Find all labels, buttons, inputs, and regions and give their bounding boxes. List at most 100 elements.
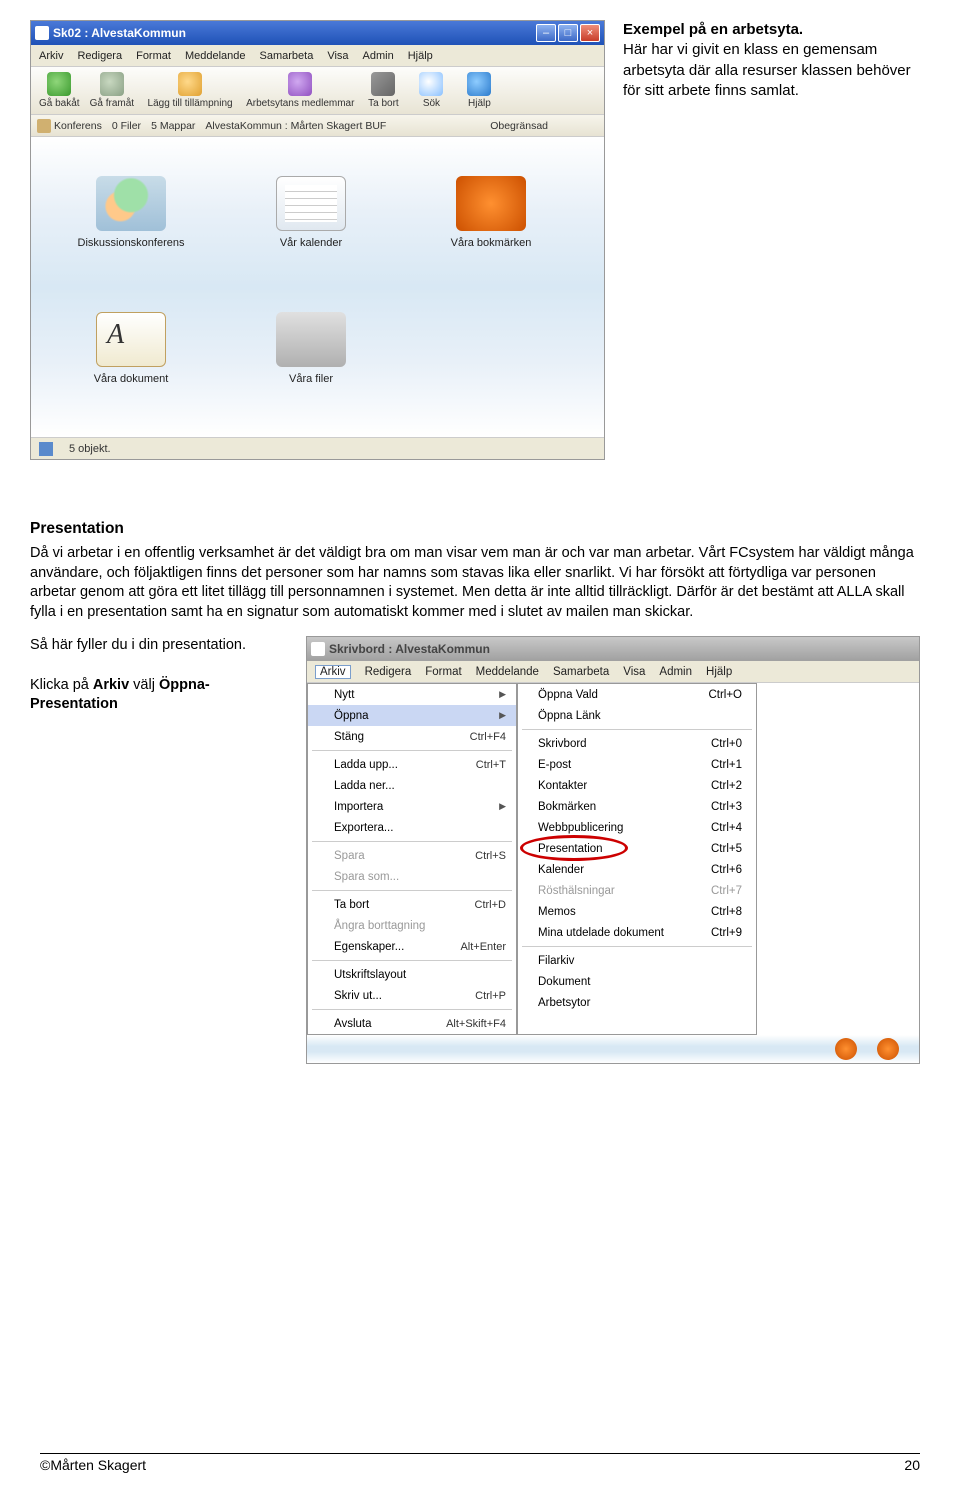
search-label: Sök	[423, 98, 440, 109]
menu-item[interactable]: Importera▶	[308, 796, 516, 817]
item-documents[interactable]: Våra dokument	[41, 293, 221, 403]
item-bookmarks[interactable]: Våra bokmärken	[401, 157, 581, 267]
menu-item[interactable]: Ladda upp...Ctrl+T	[308, 754, 516, 775]
app-icon	[35, 26, 49, 40]
members-icon	[288, 72, 312, 96]
menu-item[interactable]: Skriv ut...Ctrl+P	[308, 985, 516, 1006]
submenu-item[interactable]: RösthälsningarCtrl+7	[518, 880, 756, 901]
minimize-button[interactable]: –	[536, 24, 556, 42]
breadcrumb: AlvestaKommun : Mårten Skagert BUF	[205, 120, 386, 132]
add-icon	[178, 72, 202, 96]
add-app-button[interactable]: Lägg till tillämpning	[140, 70, 240, 111]
caption-block: Exempel på en arbetsyta. Här har vi givi…	[623, 20, 920, 101]
search-button[interactable]: Sök	[408, 70, 454, 111]
footer-page: 20	[904, 1457, 920, 1473]
background-band	[307, 1035, 919, 1063]
instructions: Så här fyller du i din presentation. Kli…	[30, 636, 290, 735]
submenu-item[interactable]: PresentationCtrl+5	[518, 838, 756, 859]
menu-format-2[interactable]: Format	[425, 666, 461, 678]
back-icon	[47, 72, 71, 96]
submenu-item[interactable]: KontakterCtrl+2	[518, 775, 756, 796]
close-button[interactable]: ×	[580, 24, 600, 42]
menu-item[interactable]: Öppna▶	[308, 705, 516, 726]
menu-samarbeta[interactable]: Samarbeta	[260, 50, 314, 62]
menu-redigera-2[interactable]: Redigera	[365, 666, 412, 678]
submenu-item[interactable]: Arbetsytor	[518, 992, 756, 1013]
back-button[interactable]: Gå bakåt	[35, 70, 84, 111]
submenu-item[interactable]: MemosCtrl+8	[518, 901, 756, 922]
submenu-item[interactable]: BokmärkenCtrl+3	[518, 796, 756, 817]
menu-item[interactable]: Exportera...	[308, 817, 516, 838]
status-icon	[39, 442, 53, 456]
submenu-item[interactable]: Filarkiv	[518, 950, 756, 971]
window-title: Sk02 : AlvestaKommun	[53, 26, 536, 40]
caption-body: Här har vi givit en klass en gemensam ar…	[623, 40, 920, 101]
forward-label: Gå framåt	[90, 98, 134, 109]
submenu-item[interactable]: E-postCtrl+1	[518, 754, 756, 775]
menu-item[interactable]: AvslutaAlt+Skift+F4	[308, 1013, 516, 1034]
calendar-icon	[276, 176, 346, 231]
window-title-2: Skrivbord : AlvestaKommun	[329, 642, 915, 656]
menu-item[interactable]: Nytt▶	[308, 684, 516, 705]
menu-admin-2[interactable]: Admin	[659, 666, 692, 678]
maximize-button[interactable]: □	[558, 24, 578, 42]
menu-visa[interactable]: Visa	[327, 50, 348, 62]
menu-item[interactable]: SparaCtrl+S	[308, 845, 516, 866]
members-button[interactable]: Arbetsytans medlemmar	[242, 70, 358, 111]
presentation-heading: Presentation	[30, 520, 920, 538]
members-label: Arbetsytans medlemmar	[246, 98, 354, 109]
submenu-item[interactable]: Mina utdelade dokumentCtrl+9	[518, 922, 756, 943]
menu-hjalp[interactable]: Hjälp	[408, 50, 433, 62]
menu-item[interactable]: Ladda ner...	[308, 775, 516, 796]
menu-item[interactable]: Egenskaper...Alt+Enter	[308, 936, 516, 957]
help-button[interactable]: Hjälp	[456, 70, 502, 111]
submenu-item[interactable]: WebbpubliceringCtrl+4	[518, 817, 756, 838]
item-files[interactable]: Våra filer	[221, 293, 401, 403]
menubar: Arkiv Redigera Format Meddelande Samarbe…	[31, 45, 604, 67]
presentation-body: Då vi arbetar i en offentlig verksamhet …	[30, 544, 920, 622]
screenshot-menu: Skrivbord : AlvestaKommun Arkiv Redigera…	[306, 636, 920, 1064]
forward-button[interactable]: Gå framåt	[86, 70, 138, 111]
status-text: 5 objekt.	[69, 443, 111, 455]
arkiv-dropdown: Nytt▶Öppna▶StängCtrl+F4 Ladda upp...Ctrl+…	[307, 683, 517, 1035]
menu-item[interactable]: StängCtrl+F4	[308, 726, 516, 747]
menu-hjalp-2[interactable]: Hjälp	[706, 666, 732, 678]
menu-samarbeta-2[interactable]: Samarbeta	[553, 666, 609, 678]
menu-item[interactable]: Utskriftslayout	[308, 964, 516, 985]
menubar-2: Arkiv Redigera Format Meddelande Samarbe…	[307, 661, 919, 683]
page-footer: ©Mårten Skagert 20	[40, 1453, 920, 1473]
submenu-item[interactable]: Dokument	[518, 971, 756, 992]
menu-admin[interactable]: Admin	[363, 50, 394, 62]
submenu-item[interactable]: Öppna Länk	[518, 705, 756, 726]
delete-label: Ta bort	[368, 98, 399, 109]
bookmarks-icon	[456, 176, 526, 231]
help-icon	[467, 72, 491, 96]
conference-info: Konferens	[37, 119, 102, 133]
menu-arkiv-2[interactable]: Arkiv	[315, 665, 351, 679]
item-label: Våra dokument	[94, 373, 169, 385]
files-count: 0 Filer	[112, 120, 141, 132]
menu-item[interactable]: Spara som...	[308, 866, 516, 887]
window-titlebar-2: Skrivbord : AlvestaKommun	[307, 637, 919, 661]
workspace-area: Diskussionskonferens Vår kalender Våra b…	[31, 137, 604, 437]
documents-icon	[96, 312, 166, 367]
statusbar: 5 objekt.	[31, 437, 604, 459]
menu-visa-2[interactable]: Visa	[623, 666, 645, 678]
item-discussion[interactable]: Diskussionskonferens	[41, 157, 221, 267]
submenu-item[interactable]: SkrivbordCtrl+0	[518, 733, 756, 754]
menu-meddelande[interactable]: Meddelande	[185, 50, 246, 62]
submenu-item[interactable]: Öppna ValdCtrl+O	[518, 684, 756, 705]
conference-icon	[37, 119, 51, 133]
delete-button[interactable]: Ta bort	[360, 70, 406, 111]
menu-meddelande-2[interactable]: Meddelande	[476, 666, 539, 678]
item-label: Våra filer	[289, 373, 333, 385]
menu-arkiv[interactable]: Arkiv	[39, 50, 63, 62]
item-calendar[interactable]: Vår kalender	[221, 157, 401, 267]
help-label: Hjälp	[468, 98, 491, 109]
menu-item[interactable]: Ångra borttagning	[308, 915, 516, 936]
forward-icon	[100, 72, 124, 96]
menu-format[interactable]: Format	[136, 50, 171, 62]
menu-item[interactable]: Ta bortCtrl+D	[308, 894, 516, 915]
submenu-item[interactable]: KalenderCtrl+6	[518, 859, 756, 880]
menu-redigera[interactable]: Redigera	[77, 50, 122, 62]
